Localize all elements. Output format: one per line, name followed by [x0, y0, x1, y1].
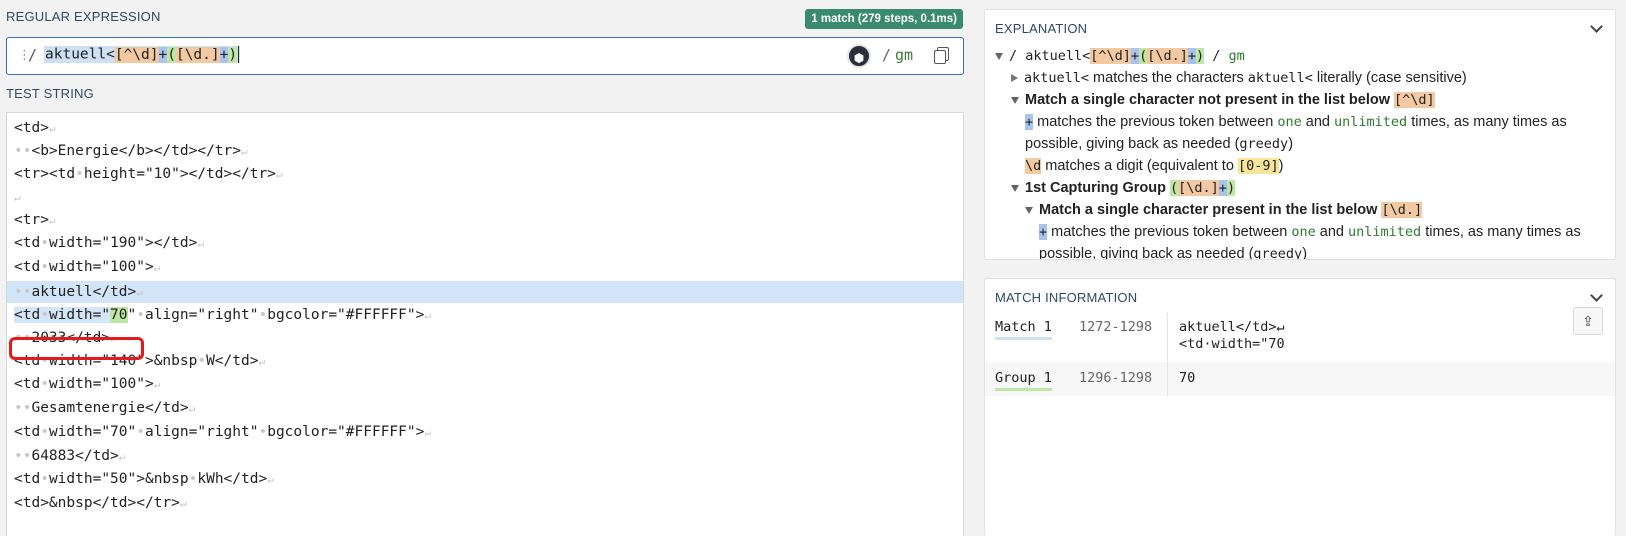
editor-column: REGULAR EXPRESSION 1 match (279 steps, 0…: [0, 0, 966, 536]
regex-token-literal: aktuell<: [45, 46, 115, 63]
explanation-group[interactable]: 1st Capturing Group ([\d.]+): [1011, 177, 1236, 199]
flags-text: gm: [894, 46, 913, 64]
test-line: ↵: [14, 191, 21, 204]
test-line: ••Gesamtenergie</td>↵: [14, 400, 196, 416]
regex-token-group-open: (: [167, 46, 176, 63]
match-name: Match 1: [995, 319, 1052, 340]
group-row[interactable]: Group 1 1296-1298 70: [985, 362, 1615, 396]
text-caret: [238, 46, 240, 63]
explanation-title: EXPLANATION: [995, 21, 1088, 36]
test-line: ••64883</td>↵: [14, 448, 126, 464]
test-line: <td>&nbsp</td></tr>↵: [14, 495, 187, 511]
chevron-down-icon[interactable]: [1590, 20, 1603, 33]
explanation-quantifier: + matches the previous token between one…: [1039, 224, 1581, 240]
test-line: <td•width="70"•align="right"•bgcolor="#F…: [14, 424, 431, 440]
explanation-literal[interactable]: aktuell< matches the characters aktuell<…: [1011, 67, 1467, 89]
test-line-match: <td•width="70"•align="right"•bgcolor="#F…: [14, 307, 431, 323]
regex-token-class: [\d.]: [175, 46, 220, 63]
flags-delimiter: /: [881, 46, 891, 64]
explanation-quantifier-cont: possible, giving back as needed (greedy): [1039, 246, 1308, 260]
collapse-icon[interactable]: [1025, 206, 1033, 214]
match-info-title: MATCH INFORMATION: [995, 290, 1138, 305]
match-highlight-row: [7, 281, 963, 303]
test-string-editor[interactable]: <td>↵ ••<b>Energie</b></td></tr>↵ <tr><t…: [6, 112, 964, 536]
group-value: 70: [1179, 370, 1196, 386]
explanation-not-present[interactable]: Match a single character not present in …: [1011, 89, 1435, 111]
test-line: <td>↵: [14, 120, 56, 136]
test-line: <td•width="100">↵: [14, 259, 161, 275]
annotation-highlight-box: [9, 337, 144, 360]
match-row[interactable]: Match 1 1272-1298 aktuell</td>↵ <td·widt…: [995, 313, 1591, 361]
regex-pattern[interactable]: aktuell<[^\d]+([\d.]+): [44, 46, 241, 63]
collapse-icon[interactable]: [1011, 96, 1019, 104]
regex-token-quantifier: +: [158, 46, 168, 63]
explanation-present[interactable]: Match a single character present in the …: [1025, 199, 1423, 221]
match-count-badge: 1 match (279 steps, 0.1ms): [805, 9, 963, 29]
test-string-label: TEST STRING: [6, 86, 94, 101]
divider: [1167, 362, 1168, 396]
match-value: aktuell</td>↵ <td·width="70: [1179, 319, 1285, 352]
test-line: <td•width="50">&nbsp•kWh</td>↵: [14, 471, 274, 487]
debugger-icon[interactable]: ⬢: [847, 44, 871, 68]
copy-icon[interactable]: [934, 47, 949, 64]
test-line: <td•width="190"></td>↵: [14, 235, 204, 251]
regex-token-class: [^\d]: [114, 46, 159, 63]
collapse-icon[interactable]: [1011, 184, 1019, 192]
regex-flags[interactable]: / gm: [882, 46, 913, 64]
test-line-match: ••aktuell</td>↵: [14, 284, 143, 300]
collapse-icon[interactable]: [995, 52, 1003, 60]
test-line: <td•width="100">↵: [14, 376, 161, 392]
explanation-quantifier-cont: possible, giving back as needed (greedy): [1025, 136, 1294, 152]
explanation-digit: \d matches a digit (equivalent to [0-9]): [1025, 158, 1284, 174]
group-range: 1296-1298: [1079, 370, 1153, 386]
regex-delimiter-open: /: [28, 46, 38, 64]
expand-icon[interactable]: [1011, 74, 1018, 83]
regex-token-group-close: ): [228, 46, 238, 63]
group-highlight: 70: [110, 307, 128, 323]
test-line: ••<b>Energie</b></td></tr>↵: [14, 143, 248, 159]
explanation-panel: EXPLANATION / aktuell<[^\d]+([\d.]+) / g…: [984, 9, 1616, 260]
test-line: <tr><td•height="10"></td></tr>↵: [14, 166, 283, 182]
chevron-down-icon[interactable]: [1590, 289, 1603, 302]
explanation-root[interactable]: / aktuell<[^\d]+([\d.]+) / gm: [995, 45, 1245, 67]
regex-input[interactable]: ⋮ / aktuell<[^\d]+([\d.]+) ⬢ / gm: [6, 37, 964, 75]
test-line: <tr>↵: [14, 212, 56, 228]
group-name: Group 1: [995, 370, 1052, 391]
match-info-panel: MATCH INFORMATION ⇪ Match 1 1272-1298 ak…: [984, 278, 1616, 536]
regex-section-label: REGULAR EXPRESSION: [6, 9, 161, 24]
explanation-quantifier: + matches the previous token between one…: [1025, 114, 1567, 130]
divider: [1167, 313, 1168, 361]
match-range: 1272-1298: [1079, 319, 1153, 335]
